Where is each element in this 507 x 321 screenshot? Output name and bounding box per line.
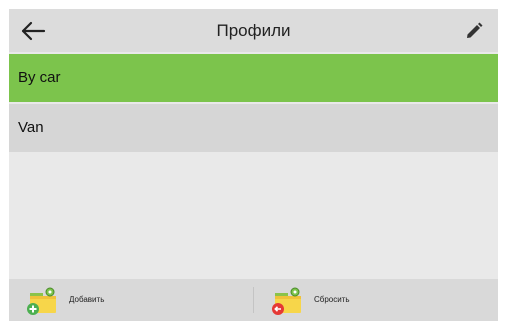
reset-profiles-button[interactable]: Сбросить — [254, 279, 498, 321]
edit-button[interactable] — [452, 9, 496, 52]
profile-item-van[interactable]: Van — [9, 104, 498, 152]
reset-button-label: Сбросить — [314, 295, 350, 304]
profile-list: By car Van — [9, 54, 498, 154]
footer-toolbar: Добавить Сбросить — [9, 279, 498, 321]
add-profile-button[interactable]: Добавить — [9, 279, 253, 321]
page-title: Профили — [216, 21, 291, 40]
profiles-screen: Профили By car Van Добавить Сбросить — [9, 9, 498, 321]
add-folder-icon — [27, 287, 56, 315]
header-bar: Профили — [9, 9, 498, 52]
add-button-label: Добавить — [69, 295, 105, 304]
profile-item-by-car[interactable]: By car — [9, 54, 498, 102]
pencil-icon — [467, 22, 483, 38]
reset-folder-icon — [272, 287, 301, 315]
